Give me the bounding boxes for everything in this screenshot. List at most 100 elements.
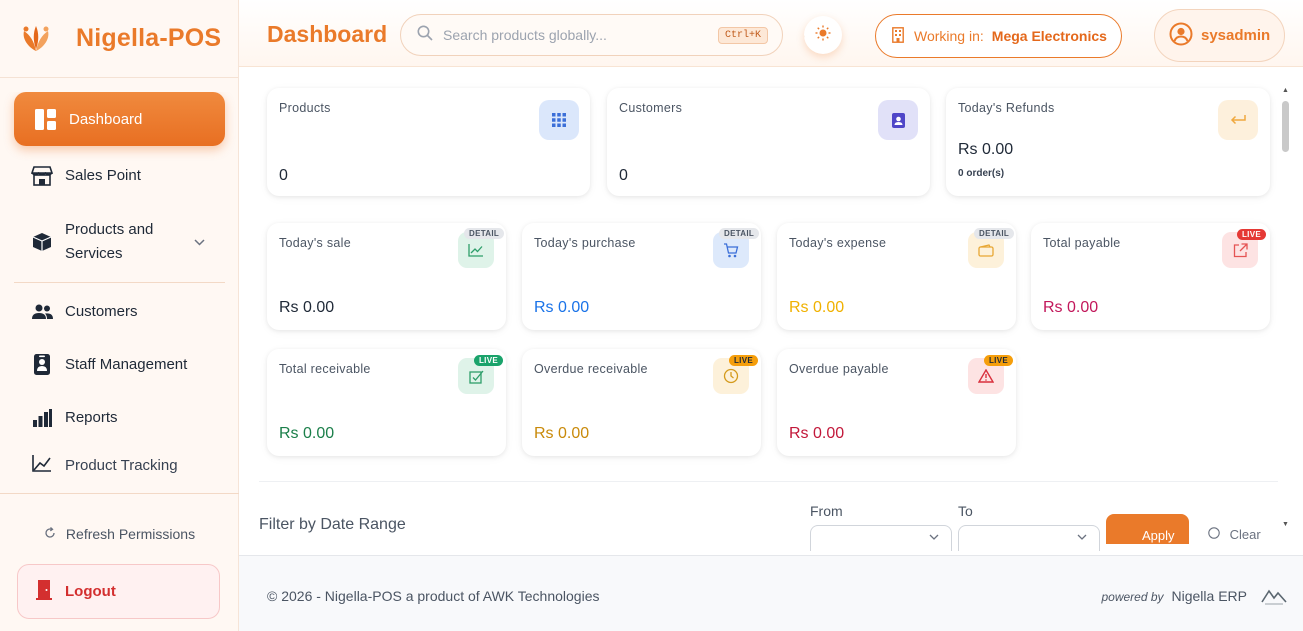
- search-icon: [417, 25, 433, 46]
- sidebar-item-label-line2: Services: [65, 245, 123, 262]
- from-label: From: [810, 503, 843, 519]
- live-badge: LIVE: [984, 355, 1013, 366]
- user-avatar-icon: [1169, 22, 1193, 50]
- stat-card-title: Total receivable: [279, 362, 371, 376]
- scroll-down-arrow-icon[interactable]: ▼: [1282, 521, 1289, 528]
- logout-button[interactable]: Logout: [17, 564, 220, 619]
- workspace-name: Mega Electronics: [991, 28, 1107, 44]
- refresh-permissions-label: Refresh Permissions: [65, 525, 196, 542]
- sidebar-item-dashboard[interactable]: Dashboard: [14, 92, 225, 146]
- users-icon: [31, 301, 53, 323]
- stat-card-title: Today's purchase: [534, 236, 636, 250]
- stat-card-title: Today's sale: [279, 236, 351, 250]
- stat-card-overdue-payable[interactable]: Overdue payable LIVE Rs 0.00: [777, 349, 1016, 456]
- from-date-input[interactable]: [810, 525, 952, 551]
- detail-badge[interactable]: DETAIL: [719, 228, 760, 239]
- page-title: Dashboard: [267, 21, 388, 47]
- page-footer: © 2026 - Nigella-POS a product of AWK Te…: [239, 555, 1303, 631]
- return-arrow-icon: [1218, 100, 1258, 140]
- workspace-selector[interactable]: Working in: Mega Electronics: [875, 14, 1122, 58]
- sidebar-item-product-tracking[interactable]: Product Tracking: [14, 444, 225, 474]
- workspace-label: Working in:: [914, 28, 984, 44]
- clear-button[interactable]: Clear: [1208, 527, 1261, 542]
- copyright-text: © 2026 - Nigella-POS a product of AWK Te…: [267, 588, 600, 604]
- global-search[interactable]: Ctrl+K: [400, 14, 783, 56]
- sidebar-item-staff-management[interactable]: Staff Management: [14, 338, 225, 391]
- sidebar-item-label: Products and Services: [65, 218, 153, 266]
- id-badge-icon: [31, 354, 53, 376]
- detail-badge[interactable]: DETAIL: [974, 228, 1015, 239]
- refresh-permissions-button[interactable]: Refresh Permissions: [0, 494, 239, 573]
- nigella-erp-logo-icon: [1261, 586, 1287, 611]
- apply-button-label: Apply: [1142, 528, 1175, 543]
- stat-card-customers[interactable]: Customers 0: [607, 88, 930, 196]
- sun-icon: [815, 25, 831, 46]
- search-input[interactable]: [443, 27, 713, 43]
- sidebar: Nigella-POS Dashboard Sales Point Produc…: [0, 0, 239, 631]
- sidebar-item-label: Dashboard: [69, 110, 143, 128]
- stat-card-value: Rs 0.00: [534, 299, 590, 316]
- stat-card-todays-sale[interactable]: Today's sale DETAIL Rs 0.00: [267, 223, 506, 330]
- stat-card-value: Rs 0.00: [958, 141, 1014, 158]
- date-filter-title: Filter by Date Range: [259, 516, 406, 533]
- sidebar-item-label: Product Tracking: [65, 457, 178, 474]
- sidebar-item-label: Customers: [65, 303, 138, 320]
- main-scrollbar[interactable]: ▲ ▼: [1280, 67, 1290, 533]
- username: sysadmin: [1201, 27, 1271, 44]
- sidebar-item-sales-point[interactable]: Sales Point: [14, 149, 225, 202]
- live-badge: LIVE: [1237, 229, 1266, 240]
- scroll-thumb[interactable]: [1282, 101, 1289, 152]
- chevron-down-icon[interactable]: [194, 230, 205, 254]
- to-date-input[interactable]: [958, 525, 1100, 551]
- stat-card-value: 0: [279, 167, 288, 184]
- stat-card-title: Overdue payable: [789, 362, 889, 376]
- sidebar-item-customers[interactable]: Customers: [14, 285, 225, 338]
- live-badge: LIVE: [474, 355, 503, 366]
- bar-chart-icon: [31, 407, 53, 429]
- clear-button-label: Clear: [1229, 527, 1261, 542]
- sidebar-footer: Refresh Permissions Logout: [0, 493, 239, 619]
- stat-card-products[interactable]: Products 0: [267, 88, 590, 196]
- logout-door-icon: [36, 579, 52, 604]
- powered-by-label: powered by: [1101, 590, 1164, 604]
- sidebar-item-products-and-services[interactable]: Products and Services: [14, 202, 225, 282]
- section-divider: [259, 481, 1278, 482]
- brand[interactable]: Nigella-POS: [0, 0, 238, 78]
- chevron-down-icon: [929, 532, 939, 543]
- dashboard-icon: [34, 108, 56, 130]
- stat-card-title: Customers: [619, 101, 683, 115]
- sidebar-item-label: Sales Point: [65, 167, 141, 184]
- user-menu[interactable]: sysadmin: [1154, 9, 1285, 62]
- building-icon: [892, 26, 904, 46]
- stat-card-value: Rs 0.00: [789, 299, 845, 316]
- stat-card-todays-refunds[interactable]: Today's Refunds Rs 0.00 0 order(s): [946, 88, 1270, 196]
- powered-by: powered by Nigella ERP: [1101, 588, 1247, 604]
- detail-badge[interactable]: DETAIL: [464, 228, 505, 239]
- clear-icon: [1208, 527, 1224, 542]
- stat-card-overdue-receivable[interactable]: Overdue receivable LIVE Rs 0.00: [522, 349, 761, 456]
- scroll-up-arrow-icon[interactable]: ▲: [1282, 87, 1289, 94]
- stat-card-todays-purchase[interactable]: Today's purchase DETAIL Rs 0.00: [522, 223, 761, 330]
- stat-card-title: Total payable: [1043, 236, 1121, 250]
- stat-card-subtext: 0 order(s): [958, 168, 1005, 179]
- stat-card-total-payable[interactable]: Total payable LIVE Rs 0.00: [1031, 223, 1270, 330]
- stat-card-total-receivable[interactable]: Total receivable LIVE Rs 0.00: [267, 349, 506, 456]
- store-icon: [31, 165, 53, 187]
- stat-card-title: Today's expense: [789, 236, 887, 250]
- contact-card-icon: [878, 100, 918, 140]
- top-bar: Dashboard Ctrl+K Working in: Mega Electr…: [239, 0, 1303, 67]
- sidebar-item-label-line1: Products and: [65, 221, 154, 238]
- apply-button[interactable]: Apply: [1106, 514, 1189, 544]
- sidebar-item-label: Reports: [65, 409, 118, 426]
- brand-name: Nigella-POS: [76, 24, 222, 52]
- stat-card-todays-expense[interactable]: Today's expense DETAIL Rs 0.00: [777, 223, 1016, 330]
- grid-icon: [539, 100, 579, 140]
- stat-card-value: 0: [619, 167, 628, 184]
- refresh-icon: [44, 526, 56, 542]
- chevron-down-icon: [1077, 532, 1087, 543]
- stat-card-value: Rs 0.00: [279, 299, 335, 316]
- sidebar-item-reports[interactable]: Reports: [14, 391, 225, 444]
- erp-name: Nigella ERP: [1171, 588, 1247, 604]
- search-shortcut-hint: Ctrl+K: [717, 27, 768, 44]
- theme-toggle-button[interactable]: [804, 16, 842, 54]
